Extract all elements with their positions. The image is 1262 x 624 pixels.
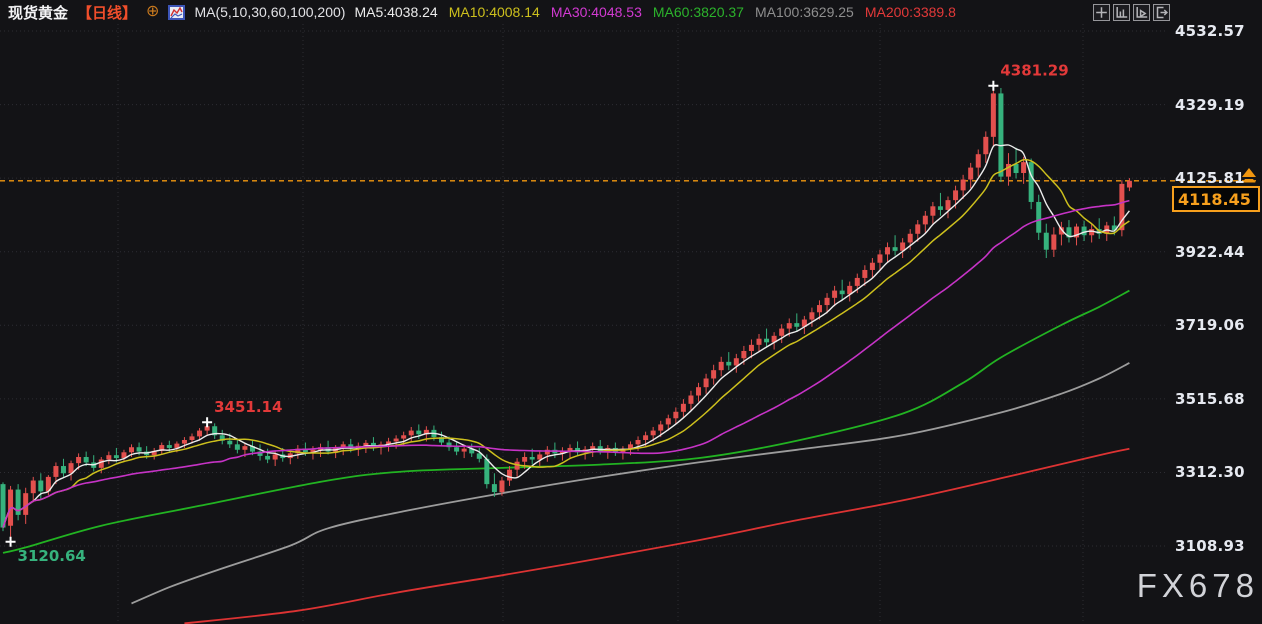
candles (1, 86, 1132, 542)
period-label: 【日线】 (77, 2, 137, 23)
y-axis-label: 4532.57 (1175, 22, 1245, 40)
ma-line-ma5 (3, 145, 1129, 528)
extreme-cross-marker (202, 417, 212, 427)
ma-legend-value: MA60:3820.37 (653, 4, 744, 20)
y-axis-label: 4125.81 (1175, 169, 1245, 187)
axis-zoom-icon[interactable] (1113, 4, 1130, 21)
y-axis-label: 3312.30 (1175, 463, 1245, 481)
annotations: 4381.29 3451.14 3120.64 (6, 62, 1256, 565)
ma-line-ma200 (184, 449, 1129, 624)
extreme-cross-marker (988, 81, 998, 91)
candlestick-chart[interactable]: 4381.29 3451.14 3120.64 (0, 0, 1262, 624)
axis-play-icon[interactable] (1133, 4, 1150, 21)
ma-lines-fast (3, 145, 1129, 528)
pan-crosshair-icon[interactable] (1093, 4, 1110, 21)
ma-line-ma30 (3, 201, 1129, 528)
ma-legend-value: MA100:3629.25 (755, 4, 854, 20)
ma-legend-value: MA200:3389.8 (865, 4, 956, 20)
ma-legend-value: MA5:4038.24 (354, 4, 437, 20)
current-price-badge: 4118.45 (1172, 186, 1260, 212)
ma-legend-value: MA10:4008.14 (449, 4, 540, 20)
chart-toolbar (1093, 4, 1170, 21)
ma-group-label: MA(5,10,30,60,100,200) (194, 4, 345, 20)
price-axis: 4532.57 4329.19 4125.81 3922.44 3719.06 3515.… (1175, 0, 1261, 624)
price-annotation: 3451.14 (214, 398, 282, 416)
y-axis-label: 3719.06 (1175, 316, 1245, 334)
add-indicator-icon[interactable]: ⊕ (146, 4, 159, 20)
y-axis-label: 3515.68 (1175, 390, 1245, 408)
ma-lines-slow (0, 181, 1258, 624)
ma-legend-value: MA30:4048.53 (551, 4, 642, 20)
mini-chart-icon[interactable] (168, 5, 185, 20)
price-annotation: 3120.64 (18, 547, 86, 565)
y-axis-label: 3922.44 (1175, 243, 1245, 261)
price-annotation: 4381.29 (1000, 62, 1068, 80)
chart-canvas[interactable]: 4381.29 3451.14 3120.64 (0, 0, 1262, 624)
y-axis-label: 3108.93 (1175, 537, 1245, 555)
next-page-icon[interactable] (1153, 4, 1170, 21)
ma-line-ma60 (3, 291, 1129, 553)
extreme-cross-marker (6, 537, 16, 547)
ma-legend-values: MA5:4038.24 MA10:4008.14 MA30:4048.53 MA60:… (354, 4, 955, 20)
y-axis-label: 4329.19 (1175, 96, 1245, 114)
symbol-title: 现货黄金 (8, 2, 68, 23)
chart-legend: 现货黄金 【日线】 ⊕ MA(5,10,30,60,100,200) MA5:4… (0, 0, 956, 24)
